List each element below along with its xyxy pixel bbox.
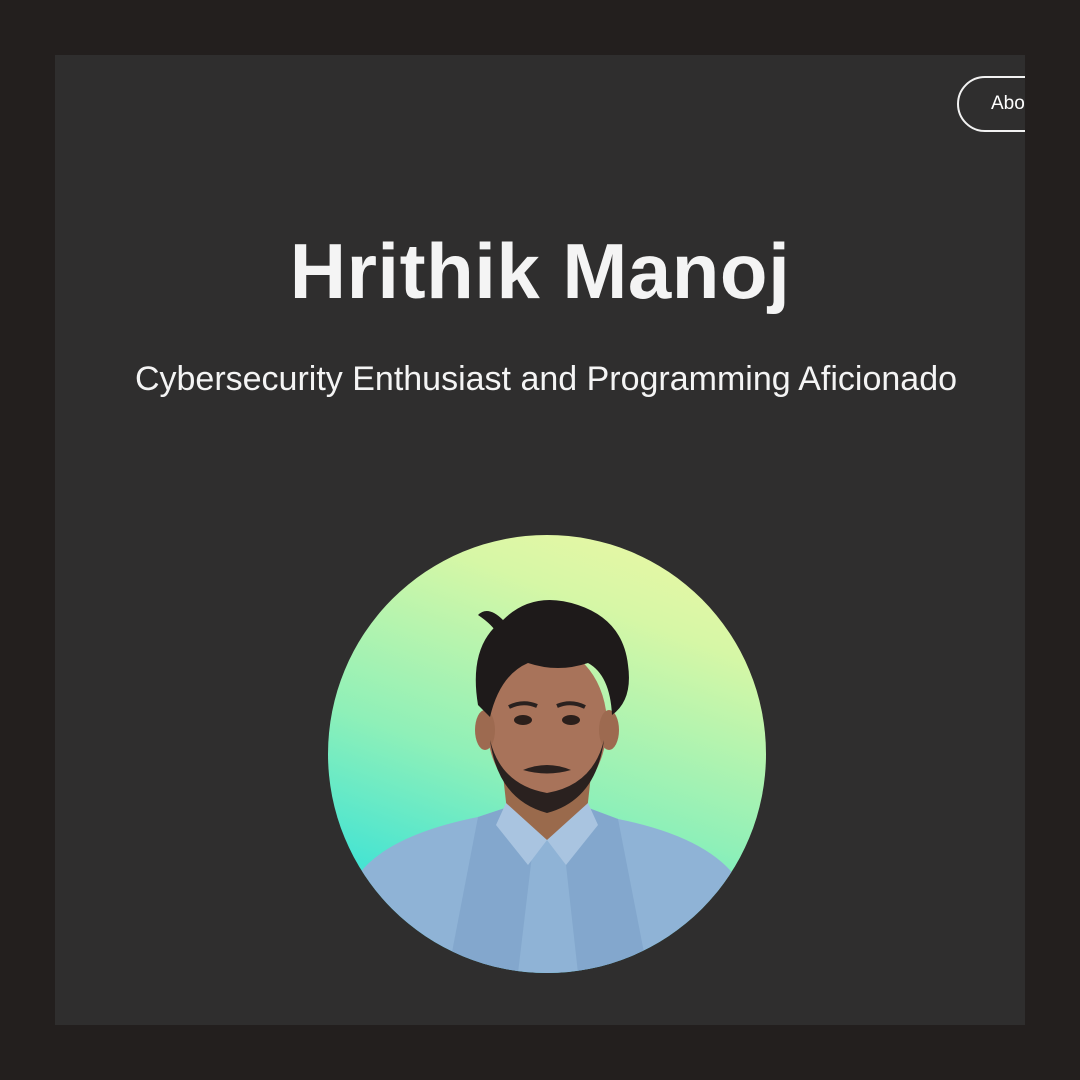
hero-name: Hrithik Manoj [289,227,791,315]
profile-avatar [328,535,766,973]
page-viewport: About Hrithik Manoj Cybersecurity Enthus… [55,55,1025,1025]
about-nav-button[interactable]: About [957,76,1025,132]
outer-frame: About Hrithik Manoj Cybersecurity Enthus… [0,0,1080,1080]
hero-tagline: Cybersecurity Enthusiast and Programming… [134,360,958,398]
person-portrait-icon [328,600,766,973]
